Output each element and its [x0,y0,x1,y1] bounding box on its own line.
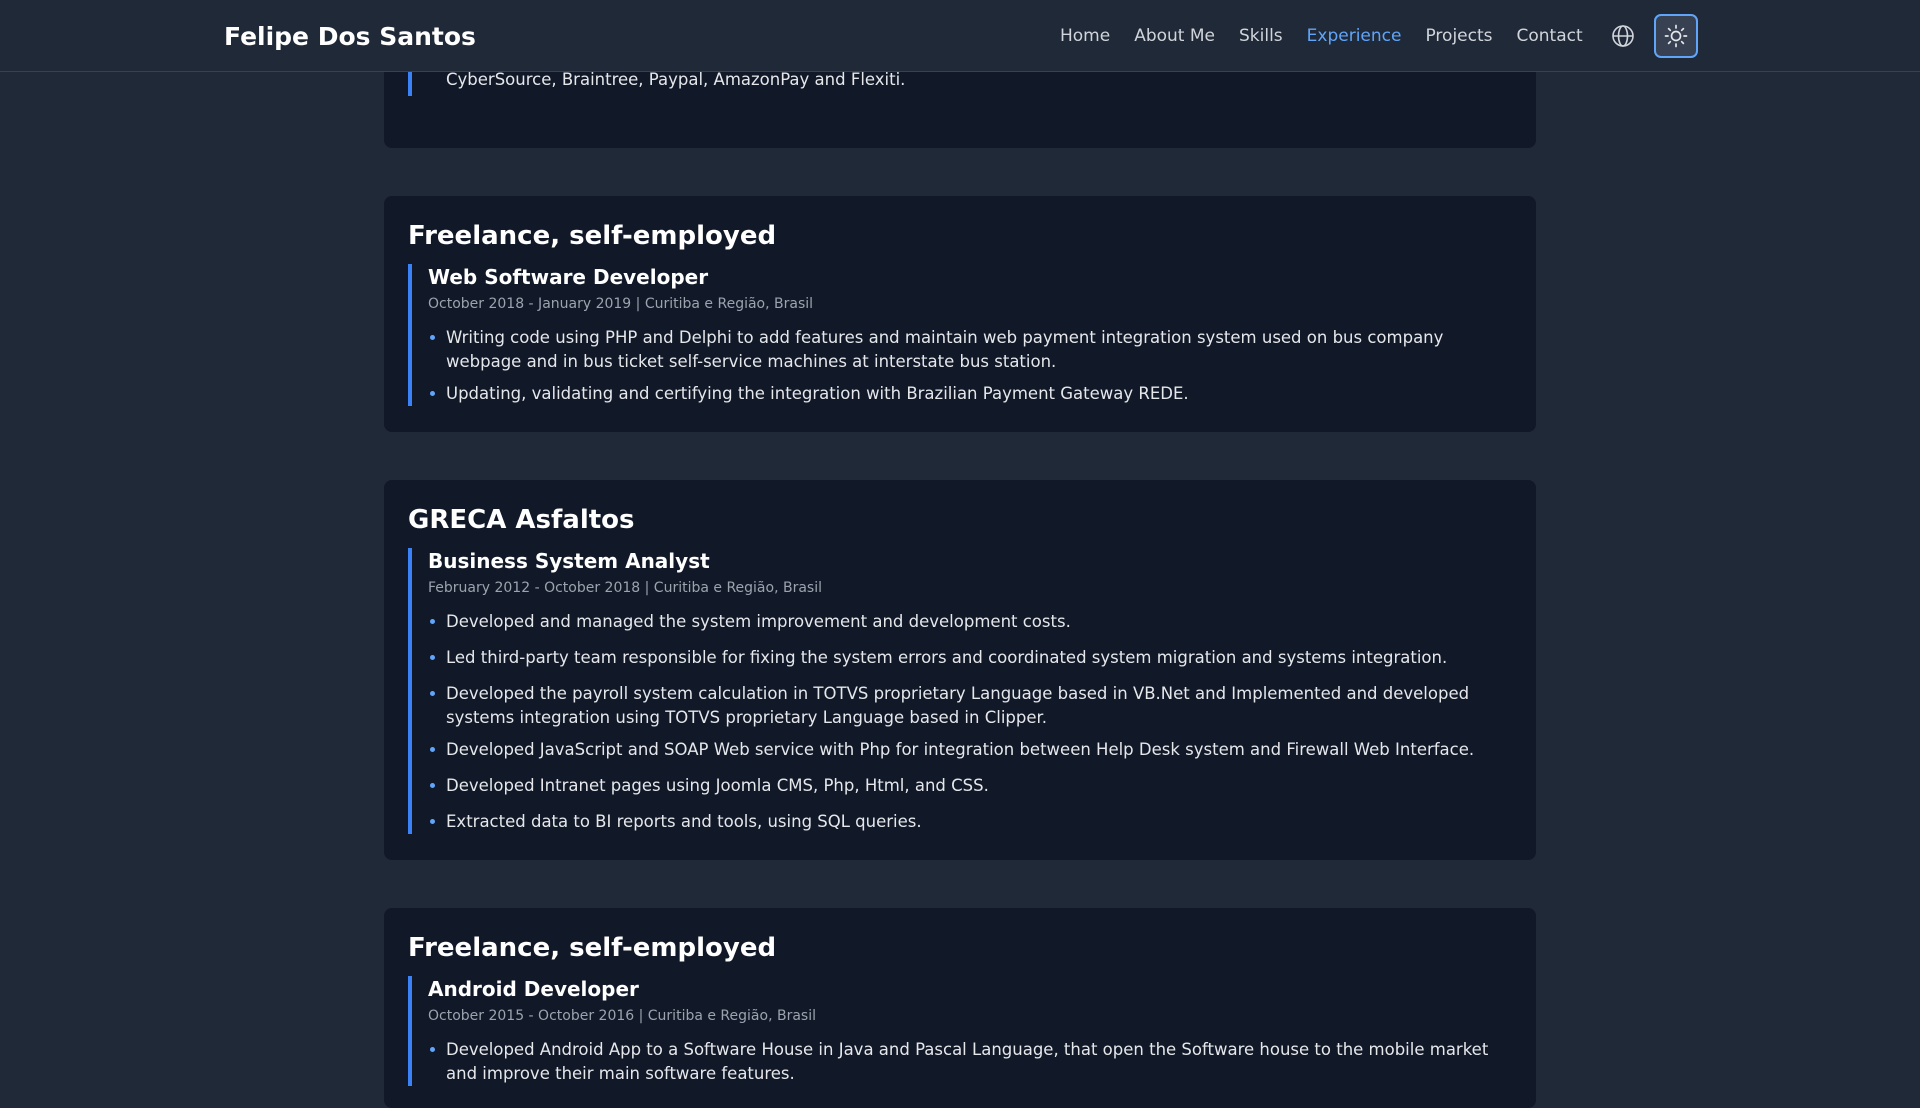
language-button[interactable] [1609,22,1637,50]
role-bullets: Writing code using PHP and Delphi to add… [428,326,1512,406]
list-item: Developed and managed the system improve… [428,610,1512,634]
bullet-dot [430,691,435,696]
list-item: Developed Intranet pages using Joomla CM… [428,774,1512,798]
list-item: Updating, validating and certifying the … [428,382,1512,406]
site-brand[interactable]: Felipe Dos Santos [224,0,476,72]
sun-icon [1664,24,1688,48]
role-meta: October 2018 - January 2019 | Curitiba e… [428,296,814,312]
bullet-dot [430,619,435,624]
bullet-dot [430,819,435,824]
top-navbar: Felipe Dos Santos Home About Me Skills E… [0,0,1920,72]
role-title: Web Software Developer [428,265,709,289]
role-meta: October 2015 - October 2016 | Curitiba e… [428,1008,816,1024]
globe-icon [1612,25,1634,47]
role-block: Android Developer October 2015 - October… [408,976,1512,1086]
list-item: Extracted data to BI reports and tools, … [428,810,1512,834]
experience-card: Freelance, self-employed Android Develop… [384,908,1536,1108]
role-meta: February 2012 - October 2018 | Curitiba … [428,580,822,596]
role-title: Business System Analyst [428,549,710,573]
role-title: Android Developer [428,977,639,1001]
nav-experience[interactable]: Experience [1307,26,1402,46]
role-block: Web Software Developer October 2018 - Ja… [408,264,1512,406]
bullet-dot [430,655,435,660]
company-name: Freelance, self-employed [408,221,777,251]
experience-card: Freelance, self-employed Web Software De… [384,196,1536,432]
role-block: Business System Analyst February 2012 - … [408,548,1512,834]
bullet-dot [430,747,435,752]
main-nav: Home About Me Skills Experience Projects… [1060,0,1607,72]
theme-toggle-button[interactable] [1654,14,1698,58]
company-name: Freelance, self-employed [408,933,777,963]
nav-skills[interactable]: Skills [1239,26,1283,46]
bullet-dot [430,335,435,340]
company-name: GRECA Asfaltos [408,505,635,535]
experience-card: GRECA Asfaltos Business System Analyst F… [384,480,1536,860]
list-item: Developed JavaScript and SOAP Web servic… [428,738,1512,762]
bullet-dot [430,783,435,788]
list-item: Developed Android App to a Software Hous… [428,1038,1512,1086]
list-item: Writing code using PHP and Delphi to add… [428,326,1512,374]
nav-contact[interactable]: Contact [1517,26,1583,46]
role-bullets: Developed and managed the system improve… [428,610,1512,834]
nav-about-me[interactable]: About Me [1134,26,1215,46]
bullet-dot [430,1047,435,1052]
role-bullets: Developed Android App to a Software Hous… [428,1038,1512,1086]
nav-projects[interactable]: Projects [1425,26,1492,46]
list-item: Developed the payroll system calculation… [428,682,1512,730]
bullet-dot [430,391,435,396]
nav-home[interactable]: Home [1060,26,1110,46]
list-item: Led third-party team responsible for fix… [428,646,1512,670]
